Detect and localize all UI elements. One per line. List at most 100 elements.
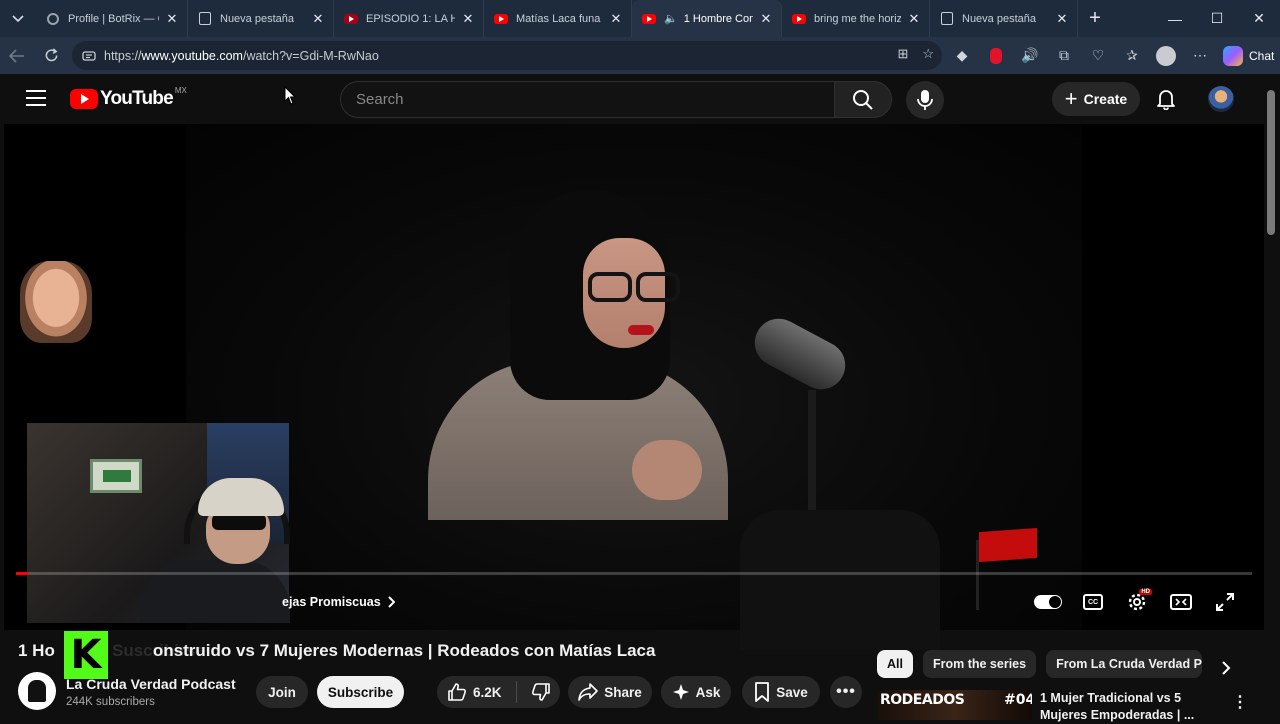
- create-label: Create: [1083, 91, 1128, 107]
- youtube-icon: [642, 12, 656, 26]
- copilot-icon: [1223, 45, 1243, 66]
- browser-tab[interactable]: Nueva pestaña ✕: [930, 0, 1078, 37]
- autoplay-toggle[interactable]: [1032, 588, 1064, 616]
- window-controls: — ☐ ✕: [1154, 0, 1280, 37]
- more-vertical-icon: ⋮: [1232, 694, 1248, 711]
- ask-button[interactable]: Ask: [661, 676, 731, 708]
- browser-toolbar: https://www.youtube.com/watch?v=Gdi-M-Rw…: [0, 37, 1280, 74]
- profile-button[interactable]: [1149, 41, 1183, 70]
- menu-icon[interactable]: [26, 90, 46, 106]
- overlay-caption: Suscribirse: [112, 641, 205, 660]
- browser-tab[interactable]: bring me the horizo ✕: [782, 0, 930, 37]
- dislike-button[interactable]: [531, 682, 551, 702]
- close-icon[interactable]: ✕: [165, 11, 179, 27]
- gear-icon: [1128, 593, 1146, 611]
- subscribe-button[interactable]: Subscribe: [317, 676, 404, 708]
- page-scrollbar-thumb[interactable]: [1267, 90, 1275, 235]
- close-icon[interactable]: ✕: [907, 11, 921, 27]
- search-placeholder: Search: [356, 91, 404, 108]
- notifications-button[interactable]: [1154, 87, 1178, 111]
- browser-tab[interactable]: Matías Laca funa - Y ✕: [484, 0, 632, 37]
- app-available-icon[interactable]: ⊞: [897, 46, 908, 62]
- browser-tab[interactable]: Nueva pestaña ✕: [188, 0, 334, 37]
- thumbnail-text: RODEADOS: [880, 692, 965, 708]
- channel-name[interactable]: La Cruda Verdad Podcast: [66, 676, 236, 692]
- fullscreen-button[interactable]: [1209, 588, 1241, 616]
- chevron-right-icon: [387, 596, 395, 608]
- copilot-chat-button[interactable]: Chat: [1223, 45, 1274, 66]
- favorites-icon[interactable]: ✰: [1115, 41, 1149, 70]
- site-info-icon[interactable]: [80, 47, 98, 65]
- close-icon[interactable]: ✕: [311, 11, 325, 27]
- chip-from-the-series[interactable]: From the series: [922, 650, 1037, 678]
- video-flag-pole: [976, 540, 979, 610]
- theater-mode-button[interactable]: [1165, 588, 1197, 616]
- chip-from-channel[interactable]: From La Cruda Verdad Po: [1046, 650, 1203, 678]
- extensions-icon[interactable]: ⧉: [1047, 41, 1081, 70]
- more-actions-button[interactable]: •••: [830, 676, 862, 708]
- chip-all[interactable]: All: [877, 650, 913, 678]
- recommended-video-title[interactable]: 1 Mujer Tradicional vs 5 Mujeres Empoder…: [1040, 690, 1220, 724]
- extension-red-icon[interactable]: [979, 41, 1013, 70]
- account-avatar[interactable]: [1208, 86, 1234, 112]
- streamer-body: [140, 560, 290, 623]
- new-tab-button[interactable]: +: [1078, 7, 1112, 30]
- favorite-star-icon[interactable]: ☆: [922, 46, 934, 62]
- subscribe-label: Subscribe: [327, 684, 394, 700]
- reload-icon: [45, 48, 57, 62]
- tab-actions-menu-button[interactable]: [0, 0, 36, 37]
- chevron-down-icon: [12, 14, 24, 22]
- speaker-icon[interactable]: 🔈: [664, 12, 678, 25]
- related-filter-chips: All From the series From La Cruda Verdad…: [877, 650, 1203, 678]
- video-progress-bar[interactable]: [16, 572, 1252, 575]
- chips-next-button[interactable]: [1214, 656, 1238, 680]
- region-code: MX: [174, 85, 187, 95]
- back-button[interactable]: [0, 41, 34, 71]
- youtube-header: YouTube MX Search + Create: [0, 74, 1264, 124]
- browser-tab[interactable]: Profile | BotRix — C ✕: [36, 0, 188, 37]
- browser-tab[interactable]: EPISODIO 1: LA HA ✕: [334, 0, 484, 37]
- video-chair: [740, 510, 940, 650]
- cc-icon: CC: [1083, 594, 1103, 610]
- bell-icon: [1157, 90, 1175, 110]
- search-button[interactable]: [834, 81, 892, 118]
- volume-icon[interactable]: 🔊: [1013, 41, 1047, 70]
- more-options-icon[interactable]: ⋯: [1183, 41, 1217, 70]
- subtitles-button[interactable]: CC: [1077, 588, 1109, 616]
- tab-title: Nueva pestaña: [220, 12, 294, 25]
- more-horizontal-icon: •••: [836, 683, 856, 700]
- youtube-logo[interactable]: YouTube MX: [70, 85, 187, 110]
- save-button[interactable]: Save: [742, 676, 820, 708]
- share-button[interactable]: Share: [568, 676, 652, 708]
- address-bar[interactable]: https://www.youtube.com/watch?v=Gdi-M-Rw…: [72, 41, 942, 70]
- extension-diamond-icon[interactable]: ◆: [945, 41, 979, 70]
- browser-tab-active[interactable]: 🔈 1 Hombre Con ✕: [632, 0, 782, 37]
- thumbs-down-icon: [531, 683, 550, 701]
- recommended-more-button[interactable]: ⋮: [1230, 690, 1250, 714]
- close-window-icon[interactable]: ✕: [1238, 0, 1280, 37]
- settings-button[interactable]: HD: [1121, 588, 1153, 616]
- page-icon: [940, 12, 954, 26]
- arrow-left-icon: [9, 48, 24, 63]
- minimize-icon[interactable]: —: [1154, 0, 1196, 37]
- page-icon: [198, 12, 212, 26]
- reload-button[interactable]: [34, 41, 68, 71]
- close-icon[interactable]: ✕: [461, 11, 475, 27]
- voice-search-button[interactable]: [906, 81, 944, 119]
- red-flag-icon: [979, 528, 1037, 562]
- search-input[interactable]: Search: [340, 81, 835, 118]
- recommended-video-thumbnail[interactable]: RODEADOS #04: [878, 690, 1032, 720]
- create-button[interactable]: + Create: [1052, 82, 1140, 116]
- maximize-icon[interactable]: ☐: [1196, 0, 1238, 37]
- close-icon[interactable]: ✕: [1055, 11, 1069, 27]
- like-count: 6.2K: [473, 684, 502, 700]
- close-icon[interactable]: ✕: [759, 11, 773, 27]
- tab-title: Profile | BotRix — C: [68, 12, 159, 25]
- join-button[interactable]: Join: [256, 676, 308, 708]
- chapter-title-button[interactable]: ejas Promiscuas: [282, 591, 395, 613]
- like-button[interactable]: 6.2K: [447, 682, 502, 702]
- tab-title: EPISODIO 1: LA HA: [366, 12, 455, 25]
- close-icon[interactable]: ✕: [609, 11, 623, 27]
- channel-avatar[interactable]: [18, 672, 56, 710]
- browser-essentials-icon[interactable]: ♡: [1081, 41, 1115, 70]
